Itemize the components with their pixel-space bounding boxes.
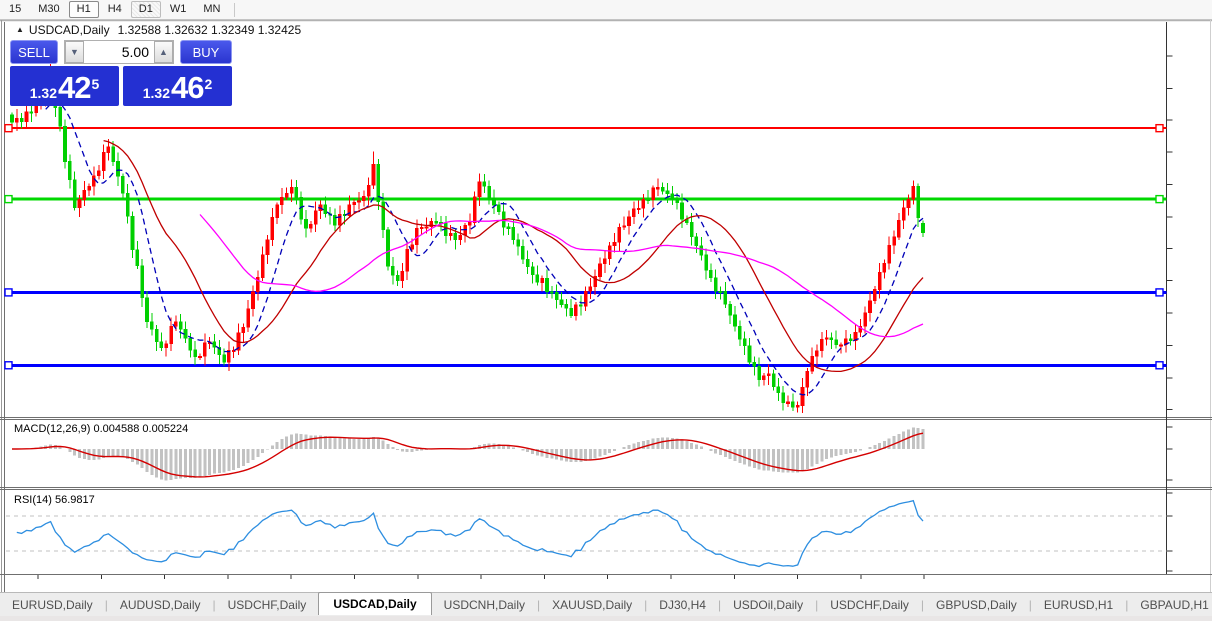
chart-tab-eurusd-daily[interactable]: EURUSD,Daily <box>0 595 105 615</box>
toolbar-divider <box>234 3 235 17</box>
chart-tab-bar: EURUSD,Daily|AUDUSD,Daily|USDCHF,DailyUS… <box>0 592 1212 616</box>
chart-tab-xauusd-daily[interactable]: XAUUSD,Daily <box>540 595 644 615</box>
timeframe-toolbar: 15M30H1H4D1W1MN <box>0 0 1212 19</box>
volume-decrease-button[interactable]: ▼ <box>65 41 84 63</box>
chart-tab-usdcnh-daily[interactable]: USDCNH,Daily <box>432 595 537 615</box>
sell-price-box[interactable]: 1.32425 <box>10 66 119 106</box>
timeframe-button-d1[interactable]: D1 <box>131 1 161 18</box>
buy-price-prefix: 1.32 <box>143 83 170 103</box>
timeframe-button-15[interactable]: 15 <box>1 1 29 18</box>
chart-tab-usdchf-daily[interactable]: USDCHF,Daily <box>818 595 921 615</box>
symbol-timeframe-label: USDCAD,Daily <box>29 23 110 37</box>
buy-price-box[interactable]: 1.32462 <box>123 66 232 106</box>
ohlc-values: 1.32588 1.32632 1.32349 1.32425 <box>118 23 302 37</box>
buy-price-sup: 2 <box>204 66 212 102</box>
timeframe-button-h4[interactable]: H4 <box>100 1 130 18</box>
chart-tab-gbpusd-daily[interactable]: GBPUSD,Daily <box>924 595 1029 615</box>
chart-tab-dj30-h4[interactable]: DJ30,H4 <box>647 595 718 615</box>
timeframe-button-h1[interactable]: H1 <box>69 1 99 18</box>
macd-label: MACD(12,26,9) 0.004588 0.005224 <box>14 423 188 435</box>
chart-tab-usdchf-daily[interactable]: USDCHF,Daily <box>216 595 319 615</box>
collapse-triangle-icon[interactable]: ▲ <box>16 25 24 34</box>
rsi-label: RSI(14) 56.9817 <box>14 494 95 506</box>
chart-tab-usdcad-daily[interactable]: USDCAD,Daily <box>318 592 431 615</box>
sell-price-prefix: 1.32 <box>30 83 57 103</box>
one-click-trade-panel: SELL ▼ 5.00 ▲ BUY 1.32425 1.32462 <box>10 40 232 106</box>
sell-button[interactable]: SELL <box>10 40 58 64</box>
chart-tab-usdoil-daily[interactable]: USDOil,Daily <box>721 595 815 615</box>
buy-price-big: 46 <box>171 73 203 103</box>
timeframe-button-mn[interactable]: MN <box>195 1 228 18</box>
volume-increase-button[interactable]: ▲ <box>154 41 173 63</box>
volume-input[interactable]: 5.00 <box>84 41 154 63</box>
sell-price-sup: 5 <box>91 66 99 102</box>
status-strip <box>0 616 1212 621</box>
timeframe-button-m30[interactable]: M30 <box>30 1 67 18</box>
timeframe-button-w1[interactable]: W1 <box>162 1 195 18</box>
chart-ohlc-title: ▲ USDCAD,Daily 1.32588 1.32632 1.32349 1.3… <box>16 23 301 37</box>
volume-spinner: ▼ 5.00 ▲ <box>64 40 174 64</box>
chart-tab-audusd-daily[interactable]: AUDUSD,Daily <box>108 595 213 615</box>
chart-tab-eurusd-h1[interactable]: EURUSD,H1 <box>1032 595 1125 615</box>
chart-tab-gbpaud-h1[interactable]: GBPAUD,H1 <box>1128 595 1212 615</box>
sell-price-big: 42 <box>58 73 90 103</box>
buy-button[interactable]: BUY <box>180 40 232 64</box>
